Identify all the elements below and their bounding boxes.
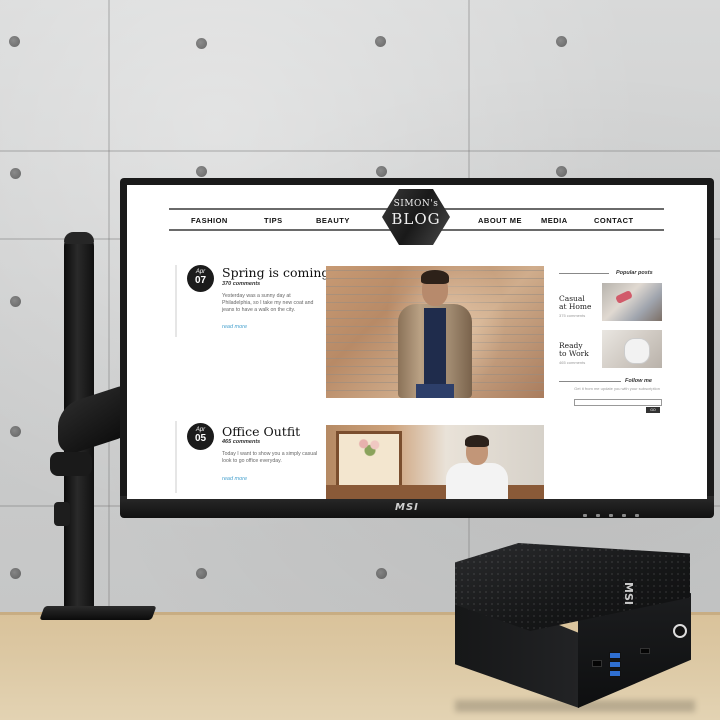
popular-post-title[interactable]: Casual at Home [559, 295, 591, 311]
usb-port[interactable] [609, 652, 621, 659]
popular-post-thumbnail[interactable] [602, 283, 662, 321]
sidebar-follow-text: Get it from me update you with your subs… [574, 386, 660, 391]
post-date-badge: Apr 07 [187, 265, 214, 292]
popular-post-line2: to Work [559, 349, 589, 358]
post-day: 05 [194, 433, 207, 444]
monitor-arm-cap [64, 232, 94, 244]
nav-link-beauty[interactable]: BEAUTY [316, 216, 350, 225]
usb-port[interactable] [609, 661, 621, 668]
nav-link-fashion[interactable]: FASHION [191, 216, 228, 225]
monitor-screen: FASHION TIPS BEAUTY ABOUT ME MEDIA CONTA… [127, 185, 707, 499]
monitor-button[interactable] [583, 514, 587, 517]
usb-port[interactable] [609, 670, 621, 677]
post-comments[interactable]: 465 comments [222, 439, 260, 445]
nav-link-contact[interactable]: CONTACT [594, 216, 634, 225]
post-title[interactable]: Spring is coming! [222, 265, 334, 280]
post-divider [175, 265, 177, 337]
monitor-power-button[interactable] [635, 514, 639, 517]
product-scene: MSI FASHION TIPS BEAUTY ABOUT ME MEDIA C… [0, 0, 720, 720]
monitor-brand-logo: MSI [395, 502, 419, 513]
mini-pc-brand-logo: MSI [622, 582, 635, 605]
monitor-arm-cable-clip [54, 502, 70, 526]
read-more-link[interactable]: read more [222, 476, 247, 482]
post-date-badge: Apr 05 [187, 423, 214, 450]
sidebar-popular-heading: Popular posts [616, 270, 653, 276]
nav-link-about[interactable]: ABOUT ME [478, 216, 522, 225]
nav-link-tips[interactable]: TIPS [264, 216, 283, 225]
monitor-button[interactable] [609, 514, 613, 517]
sidebar-follow-heading: Follow me [625, 378, 652, 384]
monitor-button[interactable] [596, 514, 600, 517]
post-divider [175, 421, 177, 493]
post-photo-man-jacket[interactable] [326, 266, 544, 398]
post-excerpt: Today I want to show you a simply casual… [222, 451, 318, 464]
popular-post-line2: at Home [559, 302, 592, 311]
newsletter-email-input[interactable] [574, 399, 662, 406]
post-comments[interactable]: 370 comments [222, 281, 260, 287]
popular-post-comments: 465 comments [559, 360, 586, 365]
monitor: MSI FASHION TIPS BEAUTY ABOUT ME MEDIA C… [120, 178, 714, 518]
nav-link-media[interactable]: MEDIA [541, 216, 568, 225]
read-more-link[interactable]: read more [222, 324, 247, 330]
blog-logo-line2: BLOG [391, 210, 441, 228]
popular-post-title[interactable]: Ready to Work [559, 342, 589, 358]
blog-logo-line1: SIMON's [393, 199, 439, 209]
newsletter-submit-button[interactable]: GO [646, 407, 660, 413]
monitor-arm-base [39, 606, 157, 620]
popular-post-comments: 375 comments [559, 313, 586, 318]
post-photo-office[interactable] [326, 425, 544, 499]
power-button-icon[interactable] [673, 624, 687, 638]
popular-post-thumbnail[interactable] [602, 330, 662, 368]
usb-c-port[interactable] [640, 648, 650, 654]
post-day: 07 [194, 275, 207, 286]
sidebar-rule [559, 381, 621, 382]
usb-c-port[interactable] [592, 660, 602, 667]
monitor-arm-joint [50, 452, 92, 476]
monitor-button[interactable] [622, 514, 626, 517]
post-title[interactable]: Office Outfit [222, 424, 300, 439]
sidebar-rule [559, 273, 609, 274]
post-excerpt: Yesterday was a sunny day at Philadelphi… [222, 293, 314, 313]
